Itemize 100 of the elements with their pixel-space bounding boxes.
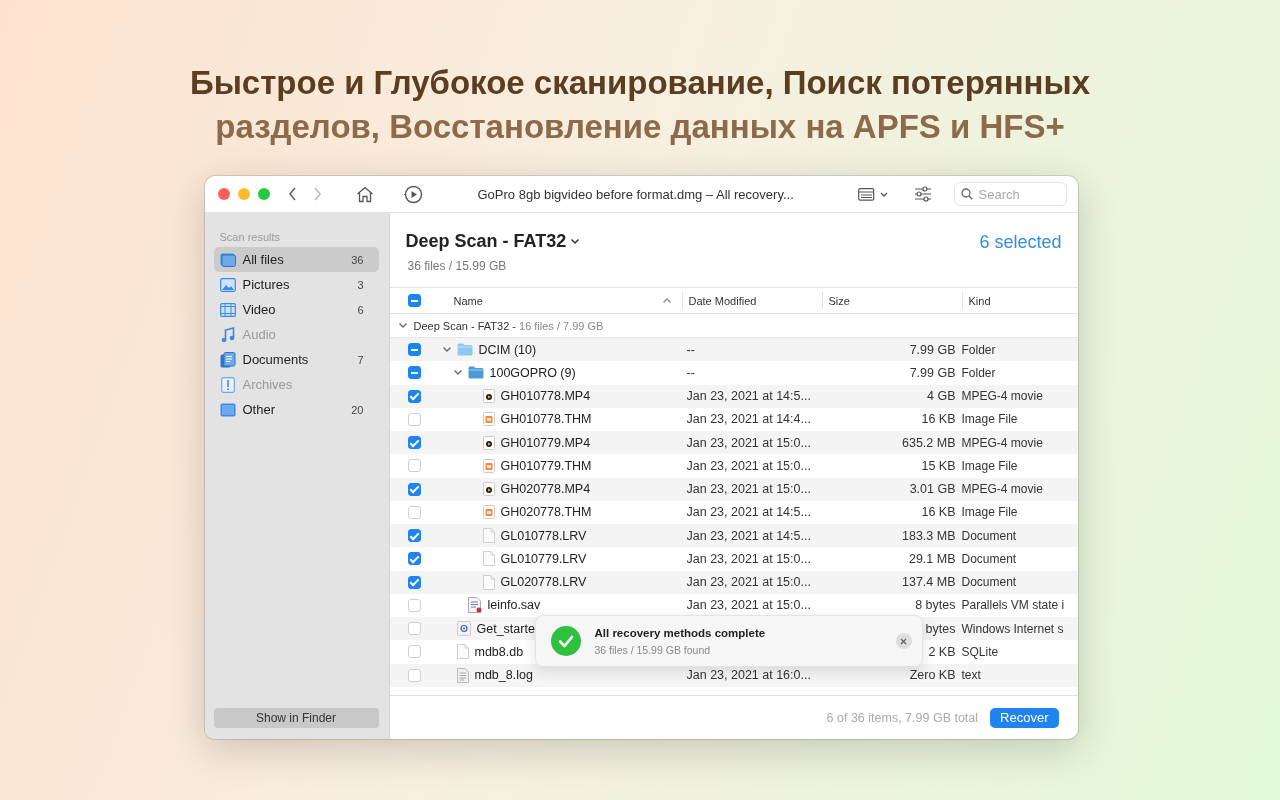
date-modified: Jan 23, 2021 at 15:0...: [686, 458, 811, 473]
image-file-icon: [482, 458, 495, 473]
file-name: leinfo.sav: [487, 598, 541, 613]
file-kind: Document: [961, 551, 1017, 566]
file-kind: Windows Internet s: [961, 621, 1064, 636]
row-checkbox[interactable]: [407, 552, 421, 566]
column-header[interactable]: Date Modified: [681, 292, 822, 309]
row-checkbox[interactable]: [407, 389, 421, 403]
archive-icon: [219, 376, 236, 393]
row-checkbox[interactable]: [407, 436, 421, 450]
row-checkbox[interactable]: [407, 459, 421, 473]
column-title: Date Modified: [688, 294, 757, 307]
chevron-down-icon[interactable]: [452, 369, 463, 377]
file-kind: MPEG-4 movie: [961, 389, 1043, 404]
document-icon: [456, 644, 469, 660]
headline: разделов, Восстановление данных на APFS и HFS+: [215, 107, 1065, 147]
file-name: GH010779.MP4: [500, 435, 591, 450]
back-icon[interactable]: [287, 187, 298, 201]
column-header[interactable]: Size: [821, 292, 962, 309]
file-kind: Document: [961, 528, 1017, 543]
view-options-icon[interactable]: [857, 187, 889, 201]
row-checkbox[interactable]: [407, 482, 421, 496]
row-checkbox[interactable]: [407, 412, 421, 426]
file-kind: Folder: [961, 365, 996, 380]
vm-file-icon: [467, 597, 482, 614]
row-checkbox[interactable]: [407, 343, 421, 357]
group-title: Deep Scan - FAT32 -: [413, 319, 516, 332]
file-kind: text: [961, 668, 981, 683]
file-size: bytes: [925, 621, 956, 636]
item-label: All files: [242, 252, 285, 267]
item-count: 3: [357, 278, 364, 291]
row-checkbox[interactable]: [407, 645, 421, 659]
search-field[interactable]: Search: [953, 182, 1067, 206]
group-summary: 16 files / 7.99 GB: [519, 319, 604, 332]
file-kind: Document: [961, 575, 1017, 590]
file-name: GH020778.THM: [500, 505, 592, 520]
scan-title[interactable]: Deep Scan - FAT32: [405, 231, 567, 252]
file-size: 8 bytes: [915, 598, 956, 613]
file-size: 16 KB: [921, 505, 956, 520]
document-icon: [482, 551, 495, 567]
file-size: 16 KB: [921, 412, 956, 427]
recover-button[interactable]: Recover: [990, 707, 1059, 728]
column-header[interactable]: Name: [441, 292, 682, 309]
sidebar-item[interactable]: Other 20: [213, 397, 379, 422]
close-button[interactable]: [895, 633, 912, 649]
file-name: GH020778.MP4: [500, 482, 591, 497]
picture-icon: [219, 277, 236, 292]
close-button[interactable]: [217, 188, 230, 200]
sort-ascending-icon[interactable]: [661, 297, 672, 304]
row-checkbox[interactable]: [407, 668, 421, 682]
row-checkbox[interactable]: [407, 505, 421, 519]
item-label: Video: [242, 302, 277, 317]
row-checkbox[interactable]: [407, 622, 421, 636]
section-label: Scan results: [218, 231, 282, 243]
item-label: Pictures: [242, 277, 291, 292]
filter-settings-icon[interactable]: [913, 186, 932, 202]
date-modified: --: [686, 342, 695, 357]
file-kind: Parallels VM state i: [961, 598, 1065, 613]
file-kind: Folder: [961, 342, 996, 357]
document-icon: [482, 528, 495, 544]
date-modified: Jan 23, 2021 at 16:0...: [686, 668, 811, 683]
file-name: mdb8.db: [474, 644, 524, 659]
file-size: Zero KB: [909, 668, 956, 683]
zoom-button[interactable]: [257, 188, 270, 200]
chevron-down-icon[interactable]: [397, 322, 408, 329]
file-name: DCIM (10): [478, 342, 537, 357]
toast-title: All recovery methods complete: [594, 626, 767, 639]
row-checkbox[interactable]: [407, 575, 421, 589]
home-icon[interactable]: [355, 185, 374, 203]
item-count: 6: [357, 303, 364, 316]
folder-icon: [456, 343, 473, 357]
date-modified: Jan 23, 2021 at 14:5...: [686, 505, 811, 520]
sidebar-item[interactable]: Pictures 3: [213, 272, 379, 297]
file-size: 635.2 MB: [902, 435, 956, 450]
date-modified: Jan 23, 2021 at 14:5...: [686, 528, 811, 543]
headline: Быстрое и Глубокое сканирование, Поиск потерянных: [189, 63, 1091, 103]
show-in-finder-button[interactable]: Show in Finder: [213, 708, 379, 728]
item-count: 36: [351, 253, 364, 266]
file-kind: SQLite: [961, 644, 999, 659]
file-kind: Image File: [961, 412, 1018, 427]
file-name: GL020778.LRV: [500, 575, 587, 590]
forward-icon[interactable]: [311, 187, 322, 201]
sidebar-item[interactable]: All files 36: [213, 247, 379, 272]
date-modified: Jan 23, 2021 at 14:5...: [686, 389, 811, 404]
file-kind: MPEG-4 movie: [961, 482, 1043, 497]
play-circle-icon[interactable]: [403, 184, 423, 204]
column-header[interactable]: Kind: [961, 292, 1078, 309]
video-file-icon: [482, 389, 495, 404]
date-modified: --: [686, 365, 695, 380]
sidebar-item[interactable]: Documents 7: [213, 347, 379, 372]
chevron-down-icon[interactable]: [570, 238, 581, 245]
folder-icon: [219, 402, 236, 417]
select-all-checkbox[interactable]: [407, 294, 421, 307]
file-name: GH010779.THM: [500, 458, 592, 473]
row-checkbox[interactable]: [407, 529, 421, 543]
row-checkbox[interactable]: [407, 366, 421, 380]
file-size: 183.3 MB: [902, 528, 956, 543]
sidebar-item[interactable]: Video 6: [213, 297, 379, 322]
row-checkbox[interactable]: [407, 598, 421, 612]
file-size: 7.99 GB: [909, 342, 956, 357]
